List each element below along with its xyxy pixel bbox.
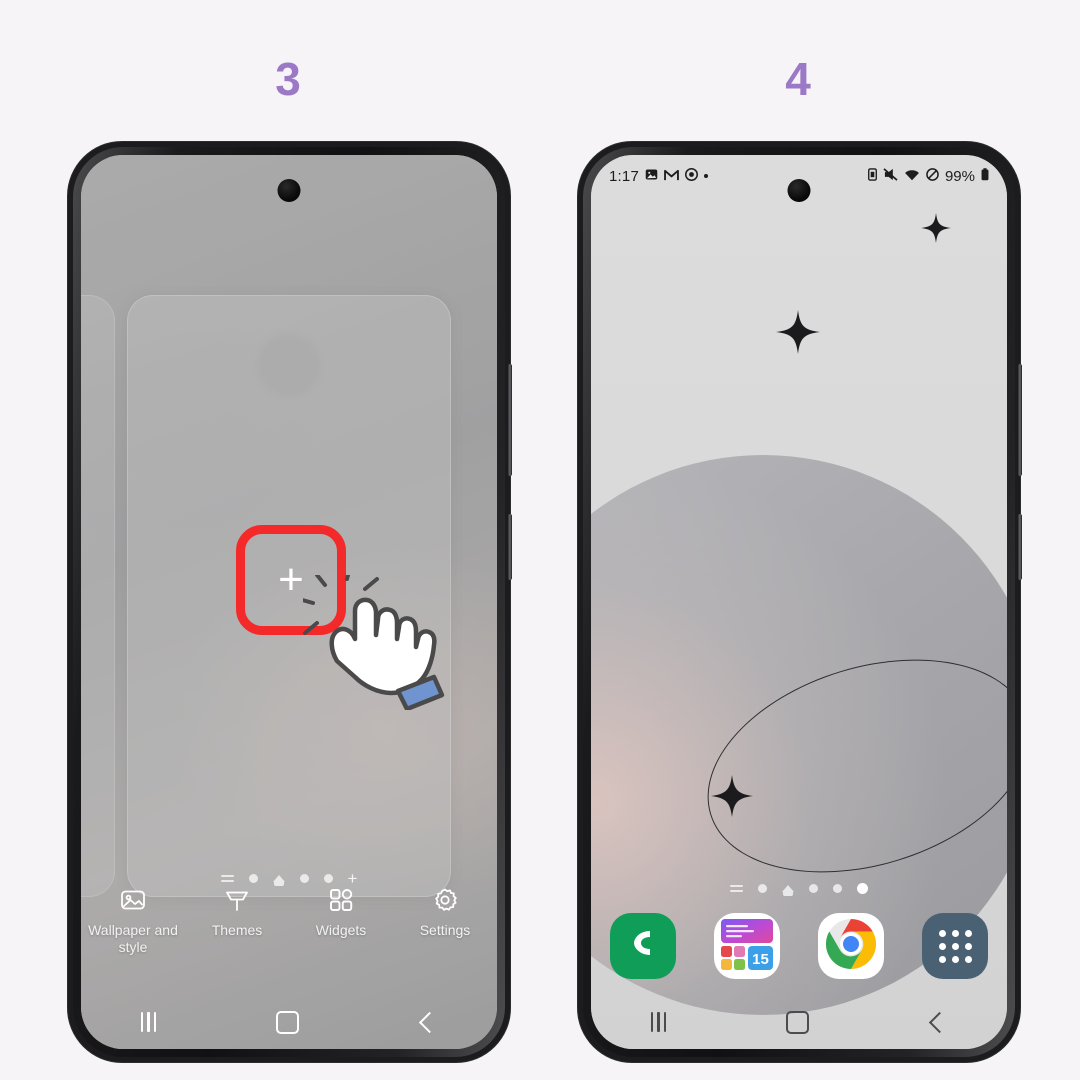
status-bar-left-group: 1:17	[609, 168, 708, 185]
page-indicator-right[interactable]	[591, 883, 1007, 896]
paint-roller-icon	[222, 885, 252, 915]
back-chevron-icon[interactable]	[929, 1011, 951, 1033]
mute-icon	[883, 168, 898, 184]
home-edit-toolbar: Wallpaper and style Themes Widgets Setti…	[81, 879, 497, 995]
widgets-grid-icon	[326, 885, 356, 915]
power-button[interactable]	[1018, 514, 1022, 580]
home-page-preview-peek[interactable]	[81, 295, 115, 897]
sim-card-icon	[868, 168, 877, 184]
toolbar-label: Settings	[419, 922, 471, 938]
step-number-4: 4	[785, 53, 811, 105]
page-indicator-home-icon[interactable]	[782, 885, 794, 896]
svg-text:15: 15	[752, 951, 769, 968]
dock-app-chrome[interactable]	[818, 913, 884, 979]
toolbar-item-settings[interactable]: Settings	[395, 885, 495, 939]
toolbar-item-themes[interactable]: Themes	[187, 885, 287, 939]
dock: 15	[591, 903, 1007, 989]
navigation-bar-left	[81, 995, 497, 1049]
dock-app-drawer[interactable]	[922, 913, 988, 979]
page-indicator-menu-icon[interactable]	[730, 883, 743, 894]
wifi-icon	[904, 168, 920, 184]
phone-screen-left: + + Wallpaper and style Themes Widgets S…	[81, 155, 497, 1049]
phone-handset-icon	[626, 926, 660, 966]
toolbar-label: Wallpaper and style	[88, 922, 178, 955]
page-indicator-dot[interactable]	[758, 884, 767, 893]
hand-shape	[329, 597, 437, 696]
phone-mockup-left: + + Wallpaper and style Themes Widgets S…	[68, 142, 512, 1062]
navigation-bar-right	[591, 995, 1007, 1049]
home-square-icon[interactable]	[275, 1010, 299, 1034]
page-indicator-dot[interactable]	[809, 884, 818, 893]
photo-icon	[645, 168, 658, 184]
toolbar-label: Themes	[211, 922, 263, 938]
preview-widget-placeholder	[258, 334, 320, 396]
gmail-icon	[664, 168, 679, 184]
do-not-disturb-icon	[926, 168, 939, 184]
status-bar-right-group: 99%	[868, 168, 989, 185]
page-indicator-dot-active[interactable]	[857, 883, 868, 894]
home-square-icon[interactable]	[785, 1010, 809, 1034]
front-camera-punch-hole	[277, 179, 301, 202]
back-chevron-icon[interactable]	[419, 1011, 441, 1033]
chrome-icon	[824, 917, 878, 976]
power-button[interactable]	[508, 514, 512, 580]
apps-grid-icon	[938, 929, 972, 963]
dock-app-widgets[interactable]: 15	[714, 913, 780, 979]
gear-icon	[430, 885, 460, 915]
sparkle-star	[776, 310, 820, 354]
overflow-dot-icon	[704, 174, 708, 178]
toolbar-item-wallpaper-and-style[interactable]: Wallpaper and style	[83, 885, 183, 956]
sparkle-star	[921, 213, 951, 243]
clock-icon	[685, 168, 698, 184]
widgets-app-icon: 15	[719, 916, 775, 977]
phone-screen-right: 1:17 99% 15	[591, 155, 1007, 1049]
image-icon	[118, 885, 148, 915]
tap-hand-cursor	[297, 565, 453, 712]
page-indicator-dot[interactable]	[833, 884, 842, 893]
sparkle-star	[711, 775, 753, 817]
status-bar-clock: 1:17	[609, 167, 639, 185]
volume-button[interactable]	[508, 364, 512, 476]
toolbar-item-widgets[interactable]: Widgets	[291, 885, 391, 939]
battery-percent-label: 99%	[944, 167, 975, 185]
step-number-3: 3	[275, 53, 301, 105]
phone-mockup-right: 1:17 99% 15	[578, 142, 1022, 1062]
battery-full-icon	[981, 168, 989, 184]
toolbar-label: Widgets	[315, 922, 367, 938]
recents-icon[interactable]	[650, 1012, 667, 1032]
dock-app-phone[interactable]	[610, 913, 676, 979]
volume-button[interactable]	[1018, 364, 1022, 476]
recents-icon[interactable]	[140, 1012, 157, 1032]
front-camera-punch-hole	[787, 179, 811, 202]
